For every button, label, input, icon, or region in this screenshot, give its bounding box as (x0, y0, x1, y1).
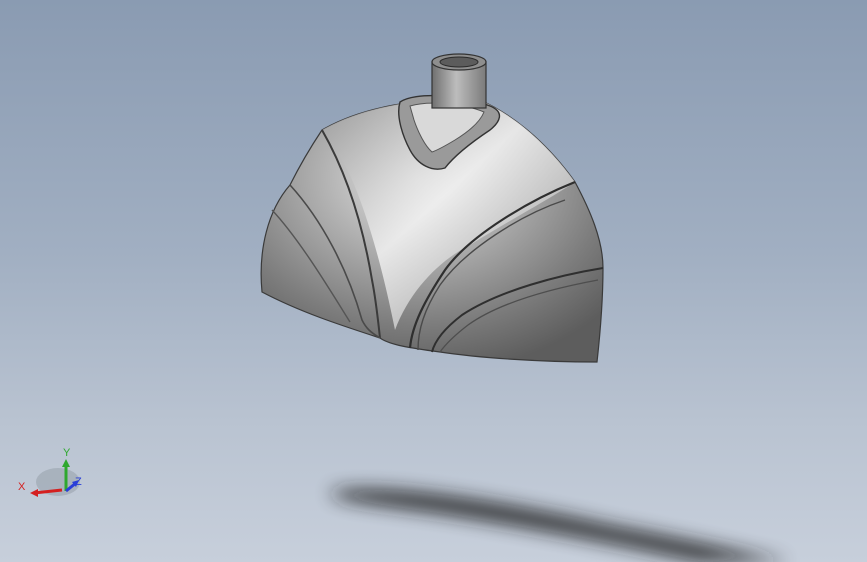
y-axis-label: Y (63, 447, 71, 459)
view-orientation-triad[interactable]: X Y Z (14, 444, 90, 504)
x-axis-label: X (18, 481, 26, 493)
y-axis-arrowhead (62, 459, 70, 467)
3d-model-view[interactable] (0, 0, 867, 562)
z-axis-label: Z (75, 476, 82, 488)
inlet-pipe-bore (439, 56, 479, 68)
model-shadow (330, 488, 790, 562)
x-axis-arrowhead (30, 489, 38, 497)
graphics-viewport[interactable]: X Y Z (0, 0, 867, 562)
